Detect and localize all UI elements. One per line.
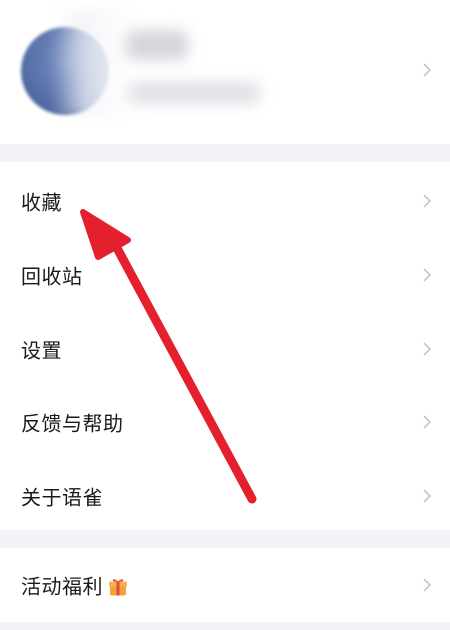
avatar-blur-overlay: [52, 8, 132, 116]
promo-card: 活动福利: [0, 548, 450, 622]
menu-item-label: 设置: [21, 338, 62, 362]
blurred-account-info: [128, 82, 260, 104]
promo-label: 活动福利: [21, 574, 103, 598]
chevron-right-icon: [420, 268, 434, 282]
chevron-right-icon: [420, 489, 434, 503]
chevron-right-icon: [420, 63, 434, 77]
menu-item-label: 关于语雀: [21, 485, 103, 509]
menu-item-event-rewards[interactable]: 活动福利: [0, 548, 450, 621]
menu-item-label: 回收站: [21, 264, 83, 288]
menu-item-settings[interactable]: 设置: [0, 312, 450, 385]
menu-item-label: 反馈与帮助: [21, 411, 124, 435]
menu-item-feedback-help[interactable]: 反馈与帮助: [0, 385, 450, 458]
chevron-right-icon: [420, 578, 434, 592]
chevron-right-icon: [420, 194, 434, 208]
menu-item-label: 收藏: [21, 190, 62, 214]
gift-icon: [108, 576, 128, 596]
chevron-right-icon: [420, 342, 434, 356]
blurred-username: [126, 30, 188, 60]
menu-item-recycle-bin[interactable]: 回收站: [0, 238, 450, 311]
chevron-right-icon: [420, 415, 434, 429]
menu-list: 收藏 回收站 设置 反馈与帮助 关于语雀: [0, 162, 450, 530]
profile-card[interactable]: [0, 0, 450, 144]
menu-item-favorites[interactable]: 收藏: [0, 164, 450, 237]
menu-item-about[interactable]: 关于语雀: [0, 459, 450, 532]
promo-label-wrap: 活动福利: [21, 570, 128, 599]
